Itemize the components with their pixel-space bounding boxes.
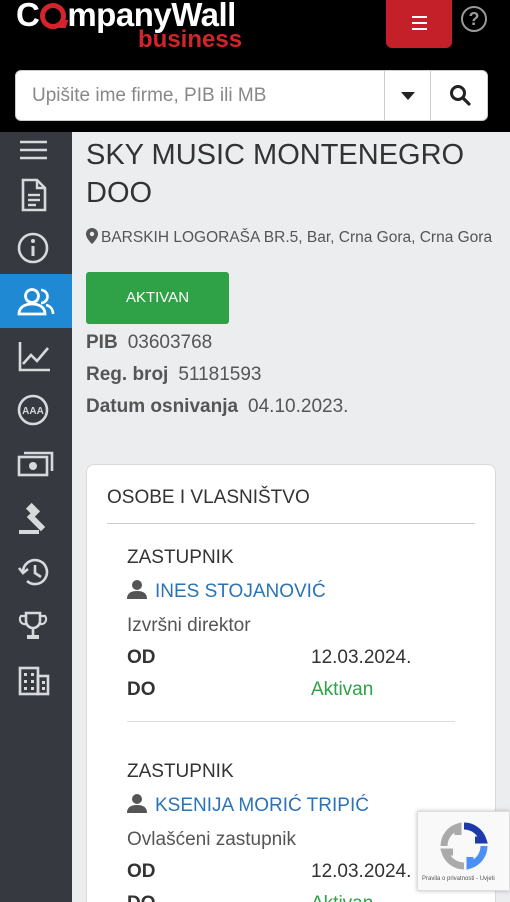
to-label: DO bbox=[127, 893, 156, 902]
search-input[interactable] bbox=[16, 71, 384, 120]
search-button[interactable] bbox=[430, 71, 488, 120]
gavel-icon bbox=[19, 502, 46, 534]
recaptcha-badge[interactable]: Pravila o privatnosti - Uvjeti bbox=[417, 811, 510, 891]
trophy-icon bbox=[18, 611, 48, 639]
document-icon bbox=[21, 178, 47, 212]
logo-letter-c: C bbox=[16, 0, 40, 33]
search-filter-dropdown[interactable] bbox=[384, 71, 430, 120]
founded-label: Datum osnivanja bbox=[86, 396, 239, 417]
from-label: OD bbox=[127, 647, 156, 668]
to-row: DO Aktivan bbox=[127, 679, 457, 701]
aaa-rating-icon: AAA bbox=[17, 394, 49, 426]
person-function: Ovlašćeni zastupnik bbox=[127, 829, 296, 850]
sidebar-item-persons[interactable] bbox=[0, 274, 72, 328]
from-date: 12.03.2024. bbox=[311, 647, 412, 668]
person-entry: ZASTUPNIK INES STOJANOVIĆ Izvršni direkt… bbox=[127, 547, 457, 701]
sidebar-item-court[interactable] bbox=[0, 490, 72, 544]
person-name-link[interactable]: KSENIJA MORIĆ TRIPIĆ bbox=[127, 793, 457, 817]
person-name: INES STOJANOVIĆ bbox=[155, 581, 326, 602]
history-icon bbox=[17, 558, 49, 586]
company-search bbox=[15, 70, 488, 121]
hamburger-icon bbox=[412, 16, 427, 30]
company-address: BARSKIH LOGORAŠA BR.5, Bar, Crna Gora, C… bbox=[86, 228, 492, 247]
users-icon bbox=[17, 288, 55, 316]
building-icon bbox=[18, 666, 50, 696]
app-header: CmpanyWall business ? bbox=[0, 0, 510, 132]
to-status: Aktivan bbox=[311, 893, 373, 902]
founded-value: 04.10.2023. bbox=[248, 396, 349, 417]
company-name: SKY MUSIC MONTENEGRO DOO bbox=[86, 139, 465, 209]
company-profile: SKY MUSIC MONTENEGRO DOO BARSKIH LOGORAŠ… bbox=[72, 132, 510, 902]
sidebar-item-info[interactable] bbox=[0, 220, 72, 274]
main-menu-button[interactable] bbox=[386, 0, 452, 48]
user-icon bbox=[127, 580, 147, 599]
sidebar-item-rating[interactable]: AAA bbox=[0, 382, 72, 436]
card-title: OSOBE I VLASNIŠTVO bbox=[107, 487, 310, 508]
sidebar-item-financials[interactable] bbox=[0, 328, 72, 382]
search-icon bbox=[450, 85, 471, 106]
pib-value: 03603768 bbox=[127, 332, 213, 353]
logo-subtitle: business bbox=[138, 26, 243, 53]
status-badge: AKTIVAN bbox=[86, 272, 229, 324]
reg-value: 51181593 bbox=[178, 364, 262, 385]
user-icon bbox=[127, 794, 147, 813]
logo-o-ring bbox=[40, 3, 67, 29]
person-entry: ZASTUPNIK KSENIJA MORIĆ TRIPIĆ Ovlašćeni… bbox=[127, 761, 457, 902]
from-label: OD bbox=[127, 861, 156, 882]
founded-row: Datum osnivanja 04.10.2023. bbox=[86, 396, 348, 418]
sidebar-item-history[interactable] bbox=[0, 544, 72, 598]
svg-text:AAA: AAA bbox=[22, 406, 44, 417]
person-role: ZASTUPNIK bbox=[127, 761, 234, 782]
sidebar-item-payments[interactable] bbox=[0, 436, 72, 490]
from-row: OD 12.03.2024. bbox=[127, 861, 457, 883]
pib-row: PIB 03603768 bbox=[86, 332, 212, 354]
reg-label: Reg. broj bbox=[86, 364, 169, 385]
from-row: OD 12.03.2024. bbox=[127, 647, 457, 669]
to-label: DO bbox=[127, 679, 156, 700]
companywall-logo[interactable]: CmpanyWall business bbox=[16, 0, 242, 56]
person-name-link[interactable]: INES STOJANOVIĆ bbox=[127, 579, 457, 603]
to-row: DO Aktivan bbox=[127, 893, 457, 902]
pib-label: PIB bbox=[86, 332, 118, 353]
to-status: Aktivan bbox=[311, 679, 374, 700]
from-date: 12.03.2024. bbox=[311, 861, 412, 882]
recaptcha-terms[interactable]: Pravila o privatnosti - Uvjeti bbox=[422, 876, 495, 882]
person-role: ZASTUPNIK bbox=[127, 547, 234, 568]
map-marker-icon bbox=[86, 228, 98, 244]
divider bbox=[107, 523, 475, 524]
reg-row: Reg. broj 51181593 bbox=[86, 364, 261, 386]
person-function: Izvršni direktor bbox=[127, 615, 251, 636]
address-text: BARSKIH LOGORAŠA BR.5, Bar, Crna Gora, C… bbox=[101, 229, 493, 246]
info-icon bbox=[17, 232, 49, 264]
recaptcha-icon bbox=[440, 822, 488, 870]
help-icon[interactable]: ? bbox=[461, 6, 487, 32]
sidebar-item-related-companies[interactable] bbox=[0, 652, 72, 706]
chart-line-icon bbox=[18, 342, 50, 372]
divider bbox=[127, 721, 455, 722]
person-name: KSENIJA MORIĆ TRIPIĆ bbox=[155, 795, 369, 816]
sidebar-item-awards[interactable] bbox=[0, 598, 72, 652]
sidebar-item-document[interactable] bbox=[0, 166, 72, 220]
sidebar-nav: AAA bbox=[0, 132, 72, 902]
hamburger-icon bbox=[20, 140, 47, 160]
money-icon bbox=[17, 451, 54, 477]
